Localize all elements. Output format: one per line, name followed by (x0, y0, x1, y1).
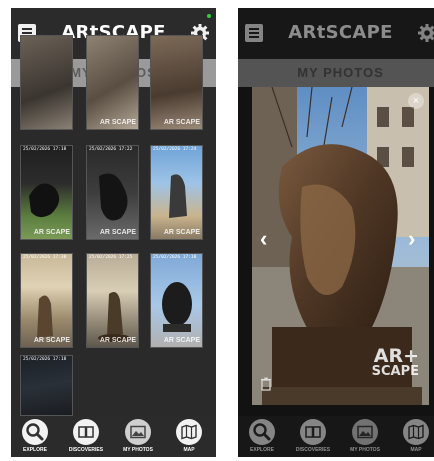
statue-silhouette (37, 295, 53, 338)
nav-map[interactable]: MAP (166, 419, 212, 453)
statue-silhouette (29, 183, 60, 218)
artscape-watermark: AR+ SCAPE (371, 345, 419, 380)
photo-thumbnail[interactable]: 25/02/2026 17:18 AR SCAPE (20, 145, 73, 240)
photo-viewer[interactable]: × AR+ SCAPE (252, 87, 429, 405)
nav-my-photos[interactable]: MY PHOTOS (115, 419, 161, 453)
photo-thumbnail[interactable]: 25/02/2026 17:24 AR SCAPE (150, 145, 203, 240)
photo-viewer-screen: ARtSCAPE MY PHOTOS EXPLORE DISCOVERIES M… (238, 8, 434, 457)
photo-thumbnail[interactable]: 25/02/2026 17:18 AR SCAPE (150, 253, 203, 348)
statue-silhouette (99, 173, 128, 221)
photo-thumbnail[interactable]: 25/02/2026 17:18 (20, 355, 73, 416)
close-icon[interactable]: × (408, 93, 424, 109)
book-icon (78, 426, 94, 438)
magnifier-icon (26, 423, 44, 441)
previous-photo-arrow[interactable]: ‹ (260, 226, 267, 252)
photo-thumbnail[interactable]: 25/02/2026 17:22 AR SCAPE (86, 145, 139, 240)
statue-silhouette (169, 174, 187, 218)
photo-thumbnail[interactable]: 25/02/2026 17:25 AR SCAPE (86, 253, 139, 348)
statue-silhouette (98, 292, 130, 342)
photo-thumbnail[interactable]: AR SCAPE (86, 35, 139, 130)
status-dot (207, 14, 211, 18)
bottom-navigation: EXPLORE DISCOVERIES MY PHOTOS MAP (11, 416, 216, 457)
trash-icon[interactable] (260, 377, 272, 391)
nav-explore[interactable]: EXPLORE (12, 419, 58, 453)
photo-grid[interactable]: AR SCAPE AR SCAPE 25/02/2026 17:18 AR SC… (11, 35, 216, 416)
head-sculpture (162, 282, 192, 332)
folded-map-icon (181, 424, 197, 440)
photo-thumbnail[interactable] (20, 35, 73, 130)
gallery-screen: ARtSCAPE MY PHOTOS AR SCAPE (11, 8, 216, 457)
next-photo-arrow[interactable]: › (408, 226, 415, 252)
photo-thumbnail[interactable]: AR SCAPE (150, 35, 203, 130)
picture-icon (130, 425, 146, 439)
nav-discoveries[interactable]: DISCOVERIES (63, 419, 109, 453)
photo-thumbnail[interactable]: 25/02/2026 17:30 AR SCAPE (20, 253, 73, 348)
